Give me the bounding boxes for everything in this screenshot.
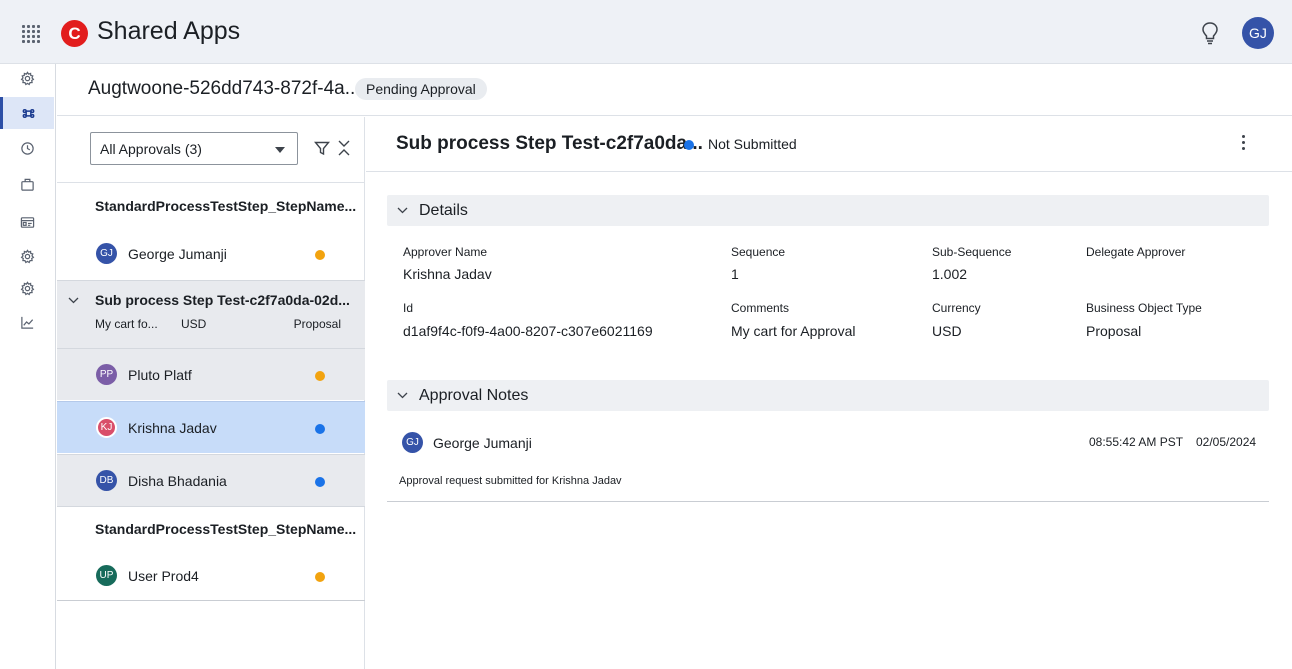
app-title: Shared Apps — [97, 17, 241, 45]
rail-id-card[interactable] — [0, 208, 54, 236]
status-dot — [315, 572, 325, 582]
status-text: Not Submitted — [708, 136, 797, 152]
apps-grid-icon[interactable] — [22, 25, 40, 43]
chevron-down-icon — [397, 392, 408, 399]
filter-icon[interactable] — [314, 140, 330, 156]
avatar: GJ — [96, 243, 117, 264]
sub-process-group-header[interactable]: Sub process Step Test-c2f7a0da-02d... My… — [57, 280, 365, 348]
page-title: Augtwoone-526dd743-872f-4a... — [88, 78, 361, 99]
approval-notes-section-header[interactable]: Approval Notes — [387, 380, 1269, 411]
note-text: Approval request submitted for Krishna J… — [399, 475, 622, 487]
delegate-approver-label: Delegate Approver — [1086, 245, 1186, 259]
chevron-down-icon — [397, 207, 408, 214]
line-chart-icon — [20, 316, 33, 329]
list-item-selected[interactable]: KJ Krishna Jadav — [57, 401, 365, 453]
approver-name-label: Approver Name — [403, 245, 488, 259]
status-dot — [315, 424, 325, 434]
filter-row: All Approvals (3) — [57, 117, 365, 183]
divider — [57, 600, 365, 601]
group-title: StandardProcessTestStep_StepName... — [95, 198, 357, 214]
id-card-icon — [20, 216, 34, 228]
note-time: 08:55:42 AM PST — [1089, 435, 1184, 449]
approver-name: Krishna Jadav — [128, 420, 217, 436]
status-dot — [315, 371, 325, 381]
section-title: Details — [419, 202, 468, 219]
sub-sequence-value: 1.002 — [932, 266, 968, 282]
clock-icon — [20, 141, 34, 155]
approver-name: User Prod4 — [128, 568, 199, 584]
group-type: Proposal — [293, 317, 341, 331]
sequence-value: 1 — [731, 266, 739, 282]
id-label: Id — [403, 301, 414, 315]
currency-value: USD — [932, 323, 962, 339]
list-item[interactable]: PP Pluto Platf — [57, 348, 365, 400]
group-title: StandardProcessTestStep_StepName... — [95, 521, 357, 537]
select-value: All Approvals (3) — [100, 141, 202, 157]
collapse-all-icon[interactable] — [337, 139, 351, 157]
status-dot — [684, 140, 694, 150]
page-header: Augtwoone-526dd743-872f-4a... Pending Ap… — [57, 64, 1292, 116]
left-navigation-rail — [0, 64, 56, 669]
detail-pane: Sub process Step Test-c2f7a0da... Not Su… — [366, 117, 1292, 669]
approvals-filter-select[interactable]: All Approvals (3) — [90, 132, 298, 165]
rail-settings-2[interactable] — [0, 242, 54, 270]
note-date: 02/05/2024 — [1196, 435, 1257, 449]
group-title: Sub process Step Test-c2f7a0da-02d... — [95, 292, 350, 308]
avatar: PP — [96, 364, 117, 385]
rail-history[interactable] — [0, 134, 54, 162]
rail-settings-1[interactable] — [0, 64, 54, 92]
details-section-header[interactable]: Details — [387, 195, 1269, 226]
rail-analytics[interactable] — [0, 308, 54, 336]
divider — [387, 501, 1269, 502]
rail-briefcase[interactable] — [0, 170, 54, 198]
status-badge: Pending Approval — [355, 78, 487, 100]
gear-icon — [20, 280, 34, 295]
currency-label: Currency — [932, 301, 981, 315]
avatar: DB — [96, 470, 117, 491]
comments-label: Comments — [731, 301, 790, 315]
group-comment: My cart fo... — [95, 317, 158, 331]
section-title: Approval Notes — [419, 387, 529, 404]
detail-title: Sub process Step Test-c2f7a0da... — [396, 133, 703, 154]
list-item[interactable]: UP User Prod4 — [57, 550, 365, 602]
status-dot — [315, 250, 325, 260]
business-object-type-label: Business Object Type — [1086, 301, 1202, 315]
approver-name: George Jumanji — [128, 246, 227, 262]
user-avatar[interactable]: GJ — [1242, 17, 1274, 49]
list-item[interactable]: DB Disha Bhadania — [57, 454, 365, 506]
avatar: GJ — [402, 432, 423, 453]
gear-icon — [20, 248, 34, 263]
comments-value: My cart for Approval — [731, 323, 856, 339]
business-object-type-value: Proposal — [1086, 323, 1142, 339]
brand-logo: C — [61, 20, 88, 47]
briefcase-icon — [20, 178, 34, 191]
avatar: UP — [96, 565, 117, 586]
sequence-label: Sequence — [731, 245, 786, 259]
chevron-down-icon[interactable] — [68, 295, 79, 306]
approver-name: Disha Bhadania — [128, 473, 227, 489]
list-item[interactable]: GJ George Jumanji — [57, 228, 365, 280]
group-header[interactable]: StandardProcessTestStep_StepName... — [57, 184, 365, 224]
lightbulb-icon[interactable] — [1200, 21, 1220, 45]
approver-name-value: Krishna Jadav — [403, 266, 492, 282]
gear-icon — [20, 70, 34, 85]
avatar: KJ — [96, 417, 117, 438]
rail-shared-apps[interactable] — [0, 97, 54, 129]
approvals-list-pane: All Approvals (3) StandardProcessTestSte… — [57, 117, 365, 669]
sub-sequence-label: Sub-Sequence — [932, 245, 1012, 259]
group-currency: USD — [181, 317, 207, 331]
detail-header: Sub process Step Test-c2f7a0da... Not Su… — [366, 117, 1292, 172]
more-options-icon[interactable] — [1240, 135, 1248, 153]
caret-down-icon — [275, 147, 285, 153]
approver-name: Pluto Platf — [128, 367, 192, 383]
command-icon — [22, 108, 35, 118]
status-dot — [315, 477, 325, 487]
top-bar: C Shared Apps GJ — [0, 0, 1292, 64]
group-header[interactable]: StandardProcessTestStep_StepName... — [57, 506, 365, 546]
note-author: George Jumanji — [433, 435, 532, 451]
rail-settings-3[interactable] — [0, 274, 54, 302]
id-value: d1af9f4c-f0f9-4a00-8207-c307e6021169 — [403, 323, 653, 339]
